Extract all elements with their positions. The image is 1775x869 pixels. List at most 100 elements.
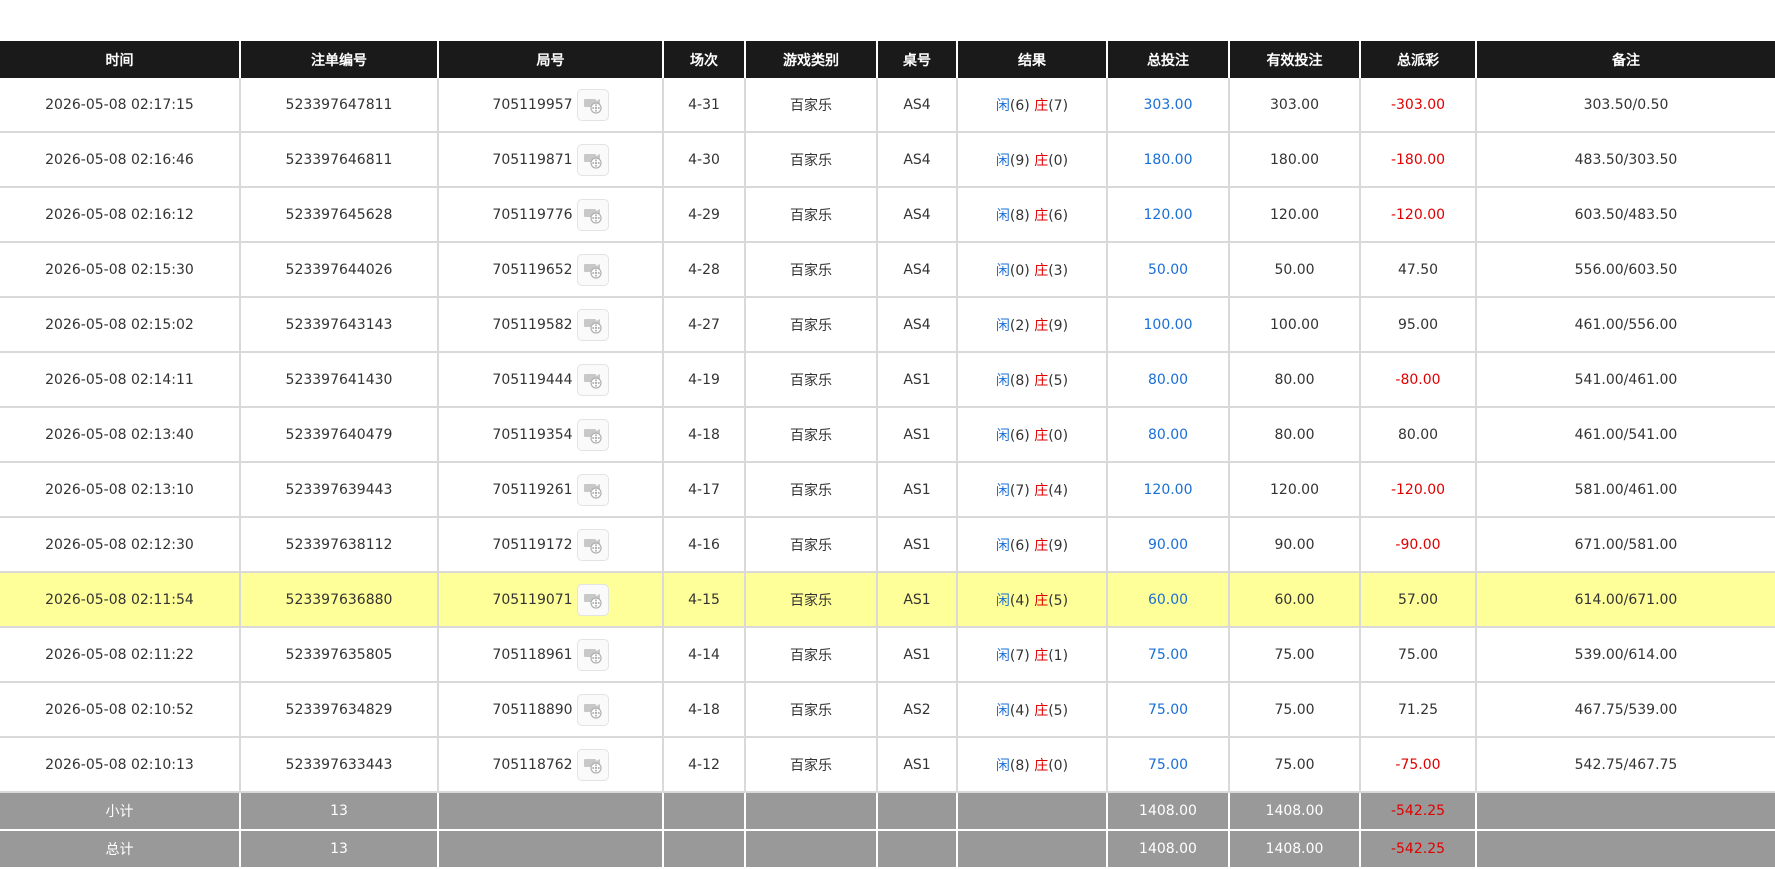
cell-valid-bet: 75.00: [1229, 737, 1361, 793]
cell-bet-id: 523397644026: [240, 242, 439, 298]
cell-game: 百家乐: [745, 517, 878, 573]
cell-valid-bet: 60.00: [1229, 572, 1361, 628]
cell-total-bet[interactable]: 80.00: [1107, 407, 1230, 463]
cell-total-bet[interactable]: 90.00: [1107, 517, 1230, 573]
cell-round: 705119582: [438, 297, 664, 353]
footer-payout: -542.25: [1360, 830, 1477, 869]
result-banker-score: (0): [1048, 757, 1069, 774]
cell-time: 2026-05-08 02:10:13: [0, 737, 241, 793]
table-row: 2026-05-08 02:17:15 523397647811 7051199…: [0, 78, 1775, 133]
cell-table: AS4: [877, 132, 958, 188]
cell-result: 闲(2) 庄(9): [957, 297, 1108, 353]
cell-table: AS4: [877, 187, 958, 243]
cell-table: AS2: [877, 682, 958, 738]
footer-row: 总计 13 1408.00 1408.00 -542.25: [0, 830, 1775, 869]
result-player-score: (6): [1009, 537, 1030, 554]
result-player-label: 闲: [995, 97, 1010, 114]
cell-total-bet[interactable]: 80.00: [1107, 352, 1230, 408]
cell-total-bet[interactable]: 120.00: [1107, 187, 1230, 243]
footer-valid-bet: 1408.00: [1229, 792, 1361, 831]
result-player-label: 闲: [995, 207, 1010, 224]
cell-table: AS4: [877, 242, 958, 298]
footer-empty: [877, 830, 958, 869]
cell-valid-bet: 120.00: [1229, 187, 1361, 243]
video-replay-icon[interactable]: [576, 198, 609, 231]
footer-label: 小计: [0, 792, 241, 831]
cell-session: 4-19: [663, 352, 746, 408]
table-row: 2026-05-08 02:11:22 523397635805 7051189…: [0, 627, 1775, 683]
cell-time: 2026-05-08 02:11:54: [0, 572, 241, 628]
cell-payout: 75.00: [1360, 627, 1477, 683]
cell-time: 2026-05-08 02:11:22: [0, 627, 241, 683]
cell-game: 百家乐: [745, 407, 878, 463]
round-number: 705119582: [492, 316, 573, 333]
cell-bet-id: 523397643143: [240, 297, 439, 353]
cell-session: 4-29: [663, 187, 746, 243]
video-replay-icon[interactable]: [576, 143, 609, 176]
footer-empty: [1476, 792, 1775, 831]
cell-note: 542.75/467.75: [1476, 737, 1775, 793]
cell-table: AS1: [877, 407, 958, 463]
cell-payout: -80.00: [1360, 352, 1477, 408]
cell-result: 闲(6) 庄(9): [957, 517, 1108, 573]
cell-time: 2026-05-08 02:13:40: [0, 407, 241, 463]
video-replay-icon[interactable]: [576, 748, 609, 781]
cell-bet-id: 523397633443: [240, 737, 439, 793]
video-replay-icon[interactable]: [576, 418, 609, 451]
cell-total-bet[interactable]: 180.00: [1107, 132, 1230, 188]
video-replay-icon[interactable]: [576, 528, 609, 561]
cell-payout: 95.00: [1360, 297, 1477, 353]
table-row: 2026-05-08 02:16:12 523397645628 7051197…: [0, 187, 1775, 243]
video-replay-icon[interactable]: [576, 363, 609, 396]
result-banker-score: (3): [1048, 262, 1069, 279]
cell-result: 闲(4) 庄(5): [957, 682, 1108, 738]
video-replay-icon[interactable]: [576, 308, 609, 341]
cell-total-bet[interactable]: 120.00: [1107, 462, 1230, 518]
video-replay-icon[interactable]: [576, 583, 609, 616]
cell-session: 4-15: [663, 572, 746, 628]
result-player-score: (4): [1009, 592, 1030, 609]
cell-valid-bet: 80.00: [1229, 407, 1361, 463]
cell-total-bet[interactable]: 303.00: [1107, 78, 1230, 133]
result-player-score: (8): [1009, 372, 1030, 389]
cell-total-bet[interactable]: 75.00: [1107, 682, 1230, 738]
cell-time: 2026-05-08 02:13:10: [0, 462, 241, 518]
footer-empty: [438, 792, 664, 831]
cell-table: AS1: [877, 737, 958, 793]
round-number: 705118762: [492, 756, 573, 773]
result-player-score: (8): [1009, 757, 1030, 774]
footer-empty: [1476, 830, 1775, 869]
bet-records-table: 时间 注单编号 局号 场次 游戏类别 桌号 结果 总投注 有效投注 总派彩 备注…: [0, 41, 1775, 869]
video-replay-icon[interactable]: [576, 253, 609, 286]
cell-total-bet[interactable]: 100.00: [1107, 297, 1230, 353]
cell-session: 4-27: [663, 297, 746, 353]
result-player-score: (0): [1009, 262, 1030, 279]
result-banker-label: 庄: [1034, 537, 1049, 554]
cell-total-bet[interactable]: 75.00: [1107, 627, 1230, 683]
cell-time: 2026-05-08 02:14:11: [0, 352, 241, 408]
result-player-score: (8): [1009, 207, 1030, 224]
cell-bet-id: 523397636880: [240, 572, 439, 628]
cell-result: 闲(9) 庄(0): [957, 132, 1108, 188]
video-replay-icon[interactable]: [576, 638, 609, 671]
cell-valid-bet: 100.00: [1229, 297, 1361, 353]
cell-round: 705118762: [438, 737, 664, 793]
round-number: 705119957: [492, 96, 573, 113]
cell-payout: 57.00: [1360, 572, 1477, 628]
cell-total-bet[interactable]: 75.00: [1107, 737, 1230, 793]
cell-result: 闲(0) 庄(3): [957, 242, 1108, 298]
cell-round: 705118890: [438, 682, 664, 738]
video-replay-icon[interactable]: [576, 473, 609, 506]
cell-note: 541.00/461.00: [1476, 352, 1775, 408]
cell-total-bet[interactable]: 60.00: [1107, 572, 1230, 628]
footer-total-bet: 1408.00: [1107, 792, 1230, 831]
result-banker-label: 庄: [1034, 207, 1049, 224]
cell-session: 4-28: [663, 242, 746, 298]
cell-total-bet[interactable]: 50.00: [1107, 242, 1230, 298]
footer-empty: [957, 830, 1108, 869]
cell-result: 闲(8) 庄(5): [957, 352, 1108, 408]
video-replay-icon[interactable]: [576, 693, 609, 726]
video-replay-icon[interactable]: [576, 88, 609, 121]
cell-session: 4-17: [663, 462, 746, 518]
round-number: 705118961: [492, 646, 573, 663]
